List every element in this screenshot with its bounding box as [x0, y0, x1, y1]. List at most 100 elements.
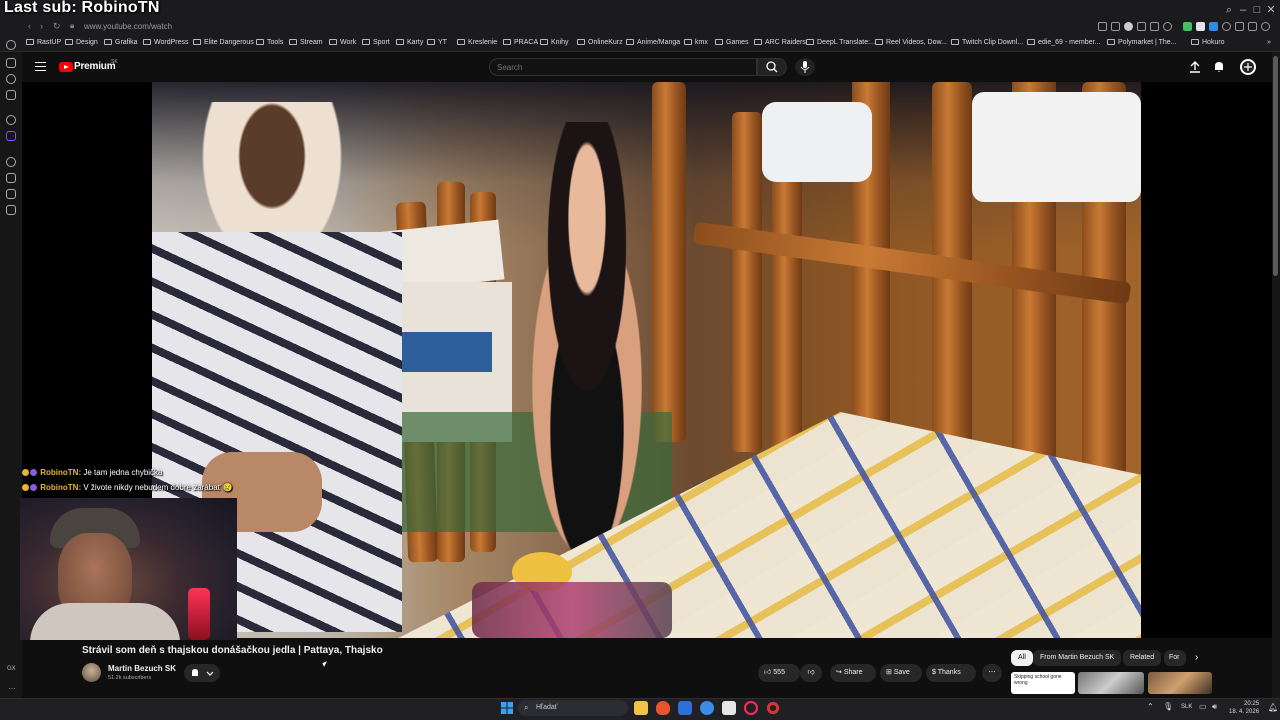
volume-icon[interactable]: 🔊︎ [1212, 702, 1217, 712]
wallet-icon[interactable] [6, 205, 16, 215]
chip-all[interactable]: All [1011, 650, 1033, 666]
opera-gx-icon[interactable] [744, 701, 758, 715]
youtube-logo-icon[interactable] [59, 62, 73, 72]
chips-next-icon[interactable]: › [1195, 652, 1198, 663]
bookmark-item[interactable]: edie_69 - member... [1027, 39, 1100, 46]
bookmark-item[interactable]: ARC Raiders [754, 39, 806, 46]
extension-icon[interactable] [1235, 22, 1244, 31]
app-icon[interactable] [700, 701, 714, 715]
workspace-icon[interactable] [6, 58, 16, 68]
calendar-icon[interactable] [722, 701, 736, 715]
pin-icon[interactable] [6, 189, 16, 199]
extension-icon[interactable] [1183, 22, 1192, 31]
input-language[interactable]: SLK [1181, 704, 1192, 710]
hamburger-menu-icon[interactable] [35, 62, 46, 71]
bookmark-item[interactable]: Twitch Clip Downl... [951, 39, 1023, 46]
bookmark-item[interactable]: Tools [256, 39, 283, 46]
search-button[interactable] [757, 58, 787, 76]
chip-for-you[interactable]: For [1164, 650, 1186, 666]
bookmark-item[interactable]: WordPress [143, 39, 189, 46]
file-explorer-icon[interactable] [634, 701, 648, 715]
bookmark-item[interactable]: Elite Dangerous [193, 39, 254, 46]
gx-label[interactable]: GX [7, 666, 16, 672]
obs-icon[interactable] [766, 701, 780, 715]
bookmark-item[interactable]: Work [329, 39, 356, 46]
tray-expand-icon[interactable]: ⌃ [1147, 702, 1154, 711]
share-button[interactable]: ↪ Share [830, 664, 876, 682]
channel-name[interactable]: Martin Bezuch SK [108, 664, 176, 673]
forward-icon[interactable]: › [40, 21, 43, 31]
back-icon[interactable]: ‹ [28, 21, 31, 31]
clock[interactable]: 20:25 18. 4. 2026 [1229, 700, 1259, 716]
youtube-premium-label[interactable]: Premium [74, 61, 116, 72]
brave-browser-icon[interactable] [656, 701, 670, 715]
recommended-thumbnail[interactable] [1148, 672, 1212, 694]
extension-icon[interactable] [1137, 22, 1146, 31]
extension-icon[interactable] [1222, 22, 1231, 31]
like-button[interactable]: 👍︎ 555 [758, 664, 800, 682]
play-icon[interactable] [1150, 22, 1159, 31]
settings-icon[interactable] [6, 115, 16, 125]
app-icon[interactable] [678, 701, 692, 715]
history-icon[interactable] [6, 157, 16, 167]
voice-search-button[interactable] [795, 58, 815, 76]
bookmark-item[interactable]: Hokuro [1191, 39, 1225, 46]
scrollbar-thumb[interactable] [1273, 56, 1278, 276]
channel-avatar[interactable] [82, 663, 101, 682]
recommended-thumbnail[interactable]: Skipping school gone wrong [1011, 672, 1075, 694]
bookmark-item[interactable]: Kreslenie [457, 39, 497, 46]
subscription-bell-button[interactable] [184, 664, 220, 682]
download-icon[interactable] [1248, 22, 1257, 31]
extension-icon[interactable] [1098, 22, 1107, 31]
url-field[interactable]: www.youtube.com/watch [84, 22, 172, 31]
bookmark-item[interactable]: Grafika [104, 39, 138, 46]
bookmark-item[interactable]: Design [65, 39, 98, 46]
minimize-icon[interactable]: – [1236, 3, 1250, 17]
extension-icon[interactable] [1209, 22, 1218, 31]
extensions-icon[interactable] [6, 173, 16, 183]
profile-icon[interactable] [1261, 22, 1270, 31]
bookmark-item[interactable]: Reel Videos, Dow... [875, 39, 947, 46]
maximize-icon[interactable]: □ [1250, 3, 1264, 17]
bookmark-item[interactable]: kmx [684, 39, 708, 46]
bookmark-item[interactable]: DeepL Translate:... [806, 39, 876, 46]
account-avatar-icon[interactable] [1239, 58, 1257, 76]
close-icon[interactable]: ✕ [1264, 3, 1278, 17]
windows-start-icon[interactable] [500, 701, 514, 715]
bookmark-item[interactable]: RastUP [26, 39, 61, 46]
bookmark-item[interactable]: Stream [289, 39, 323, 46]
chip-related[interactable]: Related [1123, 650, 1162, 666]
bookmark-item[interactable]: PRACA [503, 39, 538, 46]
recommended-thumbnail[interactable] [1078, 672, 1144, 694]
upload-icon[interactable] [1188, 60, 1202, 74]
bookmark-item[interactable]: Games [715, 39, 749, 46]
chat-username[interactable]: RobinoTN: [40, 468, 81, 477]
dislike-button[interactable]: 👎︎ [800, 664, 822, 682]
reload-icon[interactable]: ↻ [53, 21, 61, 32]
network-icon[interactable]: ▭ [1199, 702, 1207, 711]
extension-icon[interactable] [1196, 22, 1205, 31]
thanks-button[interactable]: $ Thanks [926, 664, 976, 682]
video-frame[interactable] [152, 82, 1141, 638]
bookmark-item[interactable]: OnlineKurz [577, 39, 623, 46]
twitch-icon[interactable] [6, 131, 16, 141]
notifications-bell-icon[interactable] [1212, 60, 1226, 74]
extension-icon[interactable] [1111, 22, 1120, 31]
save-button[interactable]: ⊞ Save [880, 664, 922, 682]
bookmark-item[interactable]: Knihy [540, 39, 569, 46]
search-tabs-icon[interactable]: ⌕ [1222, 3, 1236, 17]
search-input[interactable] [489, 58, 757, 76]
bookmark-item[interactable]: Polymarket | The... [1107, 39, 1177, 46]
bookmark-item[interactable]: YT [427, 39, 447, 46]
shield-icon[interactable] [1124, 22, 1133, 31]
chip-from-channel[interactable]: From Martin Bezuch SK [1033, 650, 1122, 666]
home-icon[interactable] [6, 40, 16, 50]
microphone-tray-icon[interactable]: 🎙︎ [1163, 702, 1173, 711]
more-icon[interactable]: … [8, 682, 16, 691]
bookmark-item[interactable]: Sport [362, 39, 390, 46]
chat-username[interactable]: RobinoTN: [40, 483, 81, 492]
bookmark-item[interactable]: Anime/Manga [626, 39, 680, 46]
heart-icon[interactable] [1163, 22, 1172, 31]
music-icon[interactable] [6, 90, 16, 100]
messenger-icon[interactable] [6, 74, 16, 84]
